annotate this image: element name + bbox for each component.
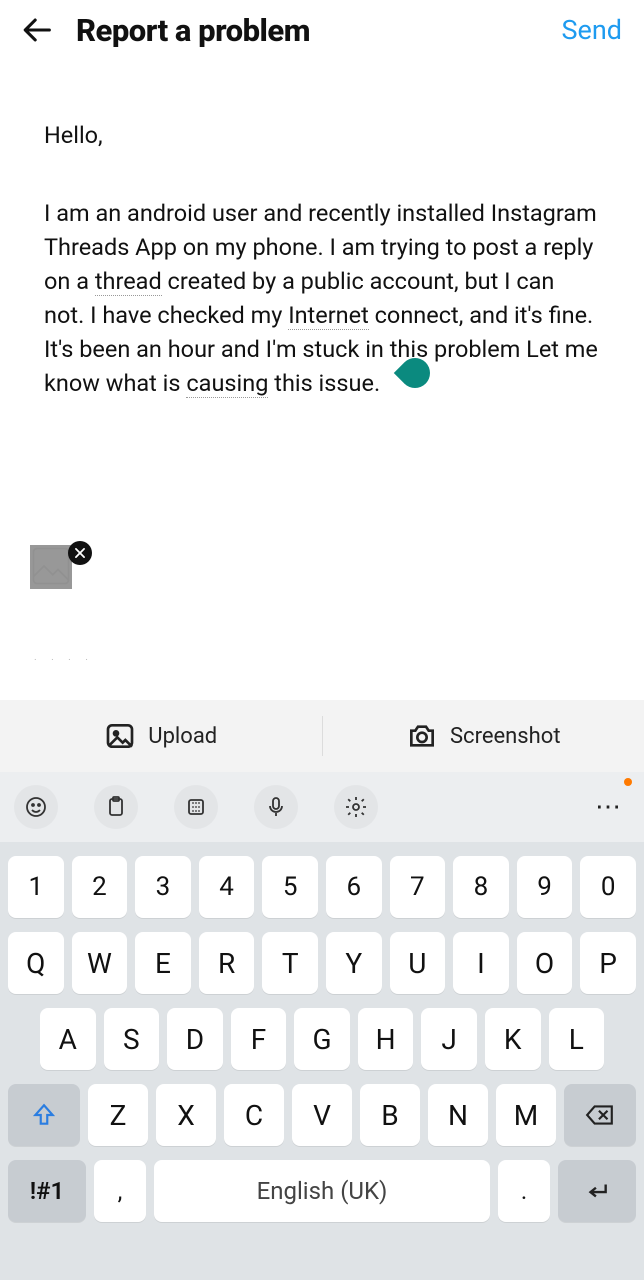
report-textarea[interactable]: Hello, I am an android user and recently… [0,58,644,400]
attachment-actionbar: Upload Screenshot [0,700,644,772]
key-0[interactable]: 0 [580,856,636,918]
key-9[interactable]: 9 [517,856,573,918]
send-button[interactable]: Send [562,14,627,46]
key-v[interactable]: V [292,1084,352,1146]
key-row-space: !#1 , English (UK) . [8,1160,636,1222]
spellcheck-word: causing [186,369,268,398]
spellcheck-word: Internet [288,301,369,330]
remove-attachment-button[interactable] [68,541,92,565]
arrow-left-icon [21,13,55,47]
key-w[interactable]: W [72,932,128,994]
emoji-button[interactable] [14,785,58,829]
body-paragraph: I am an android user and recently instal… [44,196,600,400]
more-button[interactable]: ⋯ [589,792,630,822]
attachment-thumbnail[interactable] [30,545,72,589]
key-row-bottom: Z X C V B N M [8,1084,636,1146]
upload-button[interactable]: Upload [0,720,322,752]
key-l[interactable]: L [549,1008,605,1070]
key-row-numbers: 1 2 3 4 5 6 7 8 9 0 [8,856,636,918]
key-a[interactable]: A [40,1008,96,1070]
key-f[interactable]: F [231,1008,287,1070]
text-fragment: this issue. [268,369,380,397]
upload-label: Upload [148,724,217,749]
camera-icon [406,720,438,752]
key-1[interactable]: 1 [8,856,64,918]
key-enter[interactable] [558,1160,636,1222]
key-backspace[interactable] [564,1084,636,1146]
key-k[interactable]: K [485,1008,541,1070]
key-m[interactable]: M [496,1084,556,1146]
key-row-top: Q W E R T Y U I O P [8,932,636,994]
image-thumbnail [30,545,72,589]
backspace-icon [585,1103,615,1127]
key-i[interactable]: I [453,932,509,994]
key-8[interactable]: 8 [453,856,509,918]
voice-input-button[interactable] [254,785,298,829]
page-title: Report a problem [76,12,544,49]
key-n[interactable]: N [428,1084,488,1146]
key-z[interactable]: Z [88,1084,148,1146]
key-2[interactable]: 2 [72,856,128,918]
key-b[interactable]: B [360,1084,420,1146]
key-j[interactable]: J [421,1008,477,1070]
clipboard-icon [104,795,128,819]
greeting-text: Hello, [44,118,600,152]
key-p[interactable]: P [580,932,636,994]
shift-icon [31,1102,57,1128]
key-s[interactable]: S [104,1008,160,1070]
screenshot-label: Screenshot [450,724,561,749]
key-4[interactable]: 4 [199,856,255,918]
clipboard-button[interactable] [94,785,138,829]
key-period[interactable]: . [498,1160,550,1222]
enter-icon [582,1178,612,1204]
image-icon [104,720,136,752]
key-x[interactable]: X [156,1084,216,1146]
key-comma[interactable]: , [94,1160,146,1222]
microphone-icon [264,795,288,819]
key-6[interactable]: 6 [326,856,382,918]
keyboard-toolbar: ⋯ [0,772,644,842]
key-7[interactable]: 7 [390,856,446,918]
key-space[interactable]: English (UK) [154,1160,490,1222]
key-row-mid: A S D F G H J K L [8,1008,636,1070]
back-button[interactable] [18,10,58,50]
grid-button[interactable] [174,785,218,829]
soft-keyboard: 1 2 3 4 5 6 7 8 9 0 Q W E R T Y U I O P … [0,842,644,1280]
key-y[interactable]: Y [326,932,382,994]
keyboard-settings-button[interactable] [334,785,378,829]
screenshot-button[interactable]: Screenshot [323,720,644,752]
key-d[interactable]: D [167,1008,223,1070]
header: Report a problem Send [0,0,644,58]
grid-icon [184,795,208,819]
key-symbols[interactable]: !#1 [8,1160,86,1222]
key-g[interactable]: G [294,1008,350,1070]
spellcheck-word: thread [95,267,162,296]
key-e[interactable]: E [135,932,191,994]
emoji-icon [24,795,48,819]
key-q[interactable]: Q [8,932,64,994]
key-o[interactable]: O [517,932,573,994]
key-u[interactable]: U [390,932,446,994]
notification-dot [624,778,632,786]
key-3[interactable]: 3 [135,856,191,918]
key-5[interactable]: 5 [262,856,318,918]
attachment-pager-dots: · · · · [34,655,94,666]
key-c[interactable]: C [224,1084,284,1146]
close-icon [73,546,87,560]
key-shift[interactable] [8,1084,80,1146]
key-t[interactable]: T [262,932,318,994]
settings-icon [344,795,368,819]
key-h[interactable]: H [358,1008,414,1070]
key-r[interactable]: R [199,932,255,994]
